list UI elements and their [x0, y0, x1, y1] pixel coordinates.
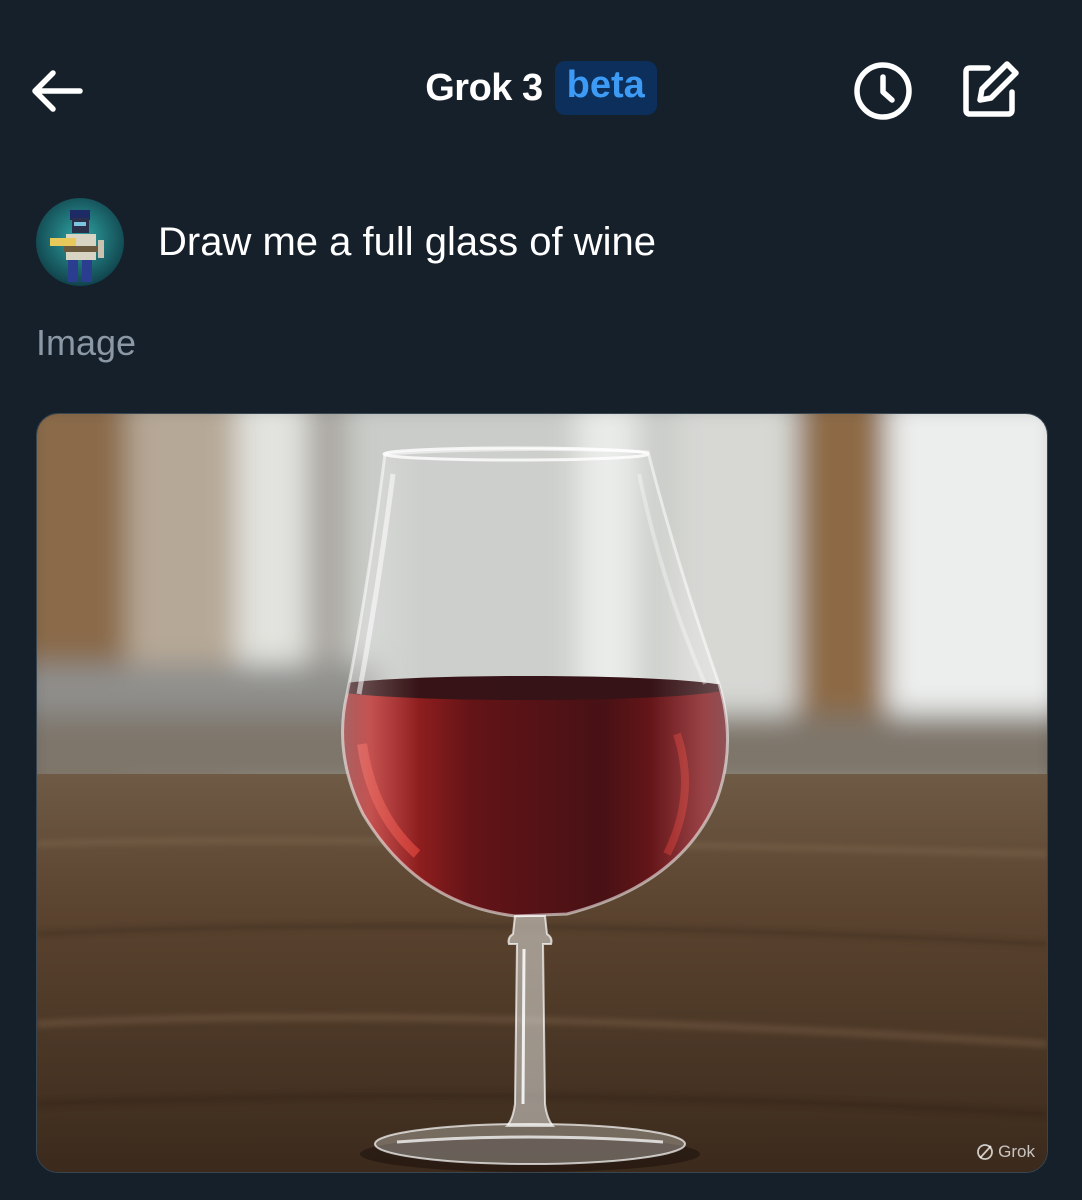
- wine-glass-image: [37, 414, 1047, 1172]
- compose-icon[interactable]: [958, 58, 1022, 122]
- top-bar: Grok 3 beta: [0, 0, 1082, 180]
- grok-logo-icon: [977, 1144, 994, 1160]
- page-title: Grok 3: [425, 66, 543, 109]
- title-group: Grok 3 beta: [0, 58, 1082, 118]
- beta-badge: beta: [554, 61, 657, 115]
- grok-watermark: Grok: [976, 1142, 1035, 1162]
- generated-image[interactable]: Grok: [36, 413, 1048, 1173]
- user-prompt: Draw me a full glass of wine: [36, 198, 656, 286]
- result-type-label: Image: [36, 322, 137, 363]
- grok-chat-screen: Grok 3 beta Draw me a full glass of wine…: [0, 0, 1082, 1200]
- prompt-text: Draw me a full glass of wine: [158, 219, 656, 264]
- watermark-text: Grok: [998, 1142, 1035, 1161]
- clock-icon[interactable]: [852, 60, 914, 122]
- avatar[interactable]: [36, 198, 124, 286]
